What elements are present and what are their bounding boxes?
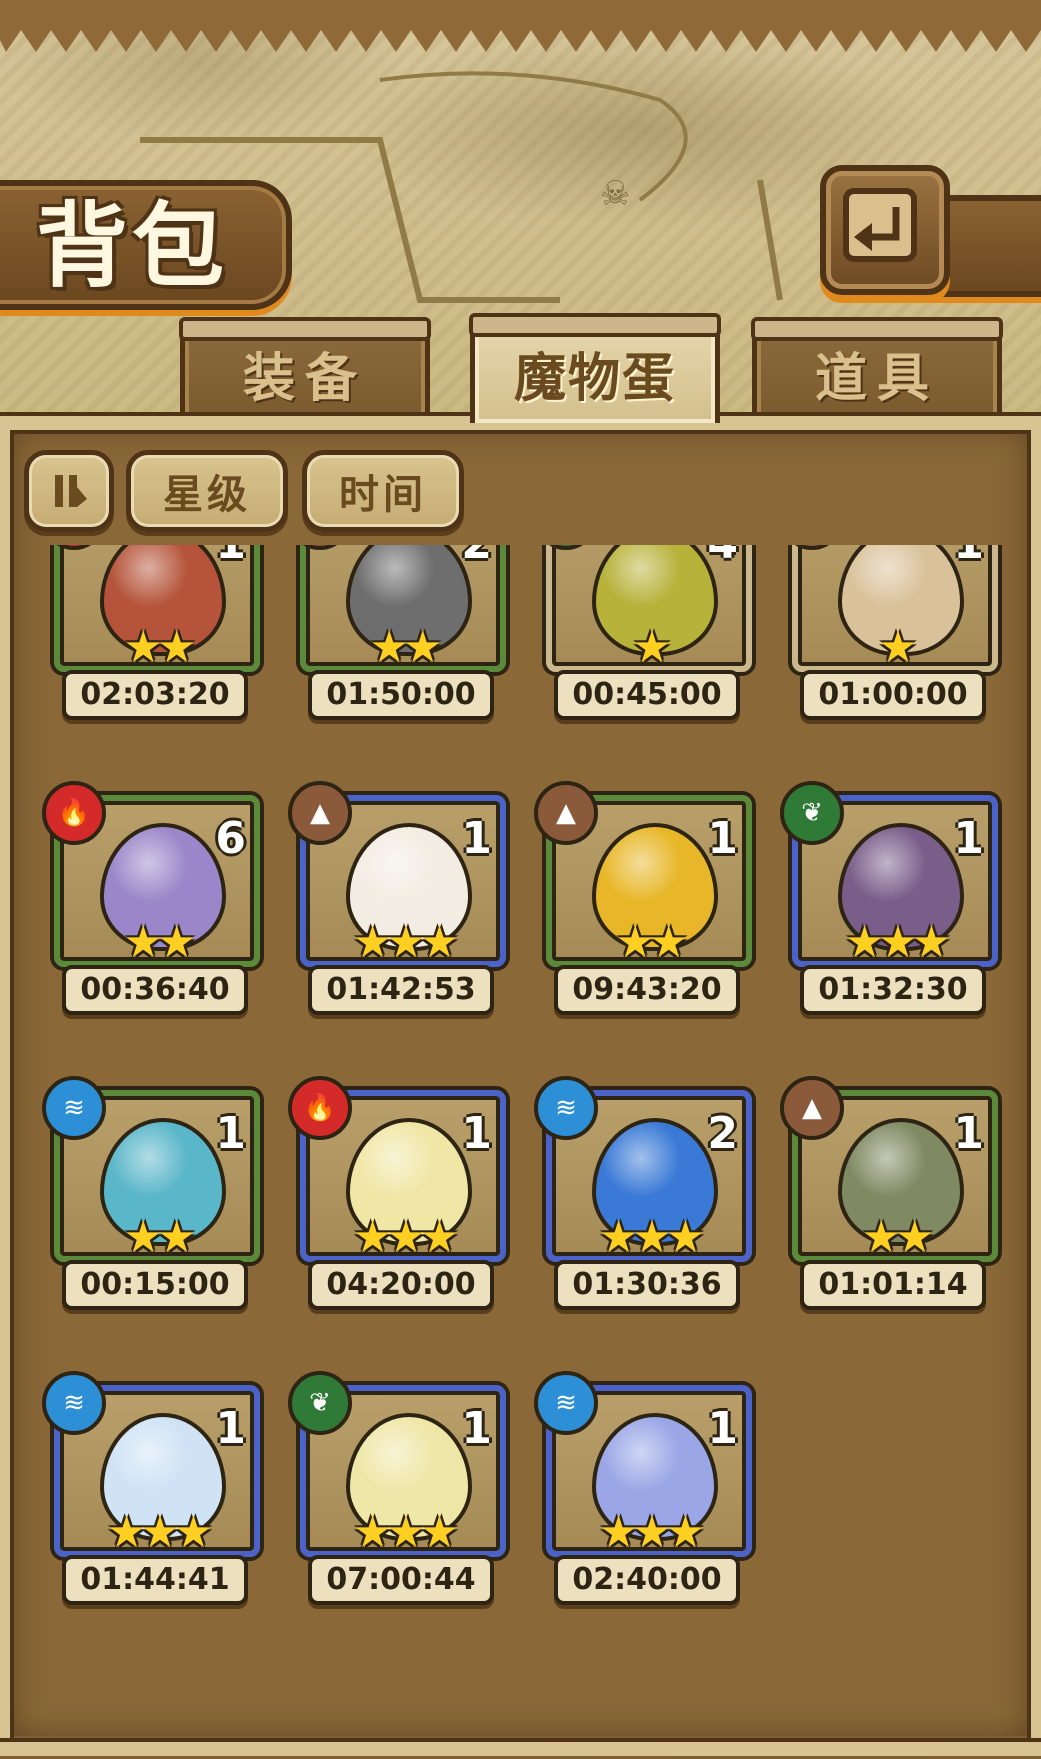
egg-count: 1 [461, 813, 492, 864]
egg-card[interactable]: 1 ▲ ★★★ 01:42:53 [288, 781, 506, 1015]
egg-card[interactable]: 1🔥★★02:03:20 [42, 545, 260, 720]
star-rating: ★★★ [352, 1507, 459, 1558]
egg-count: 1 [953, 813, 984, 864]
filter-star-button[interactable]: 星级 [126, 450, 288, 532]
tab-equipment[interactable]: 装备 [179, 317, 431, 419]
hatch-timer: 01:00:00 [800, 670, 986, 720]
egg-count: 1 [215, 545, 246, 569]
tab-monster-eggs[interactable]: 魔物蛋 [469, 313, 721, 423]
egg-card[interactable]: 1 🔥 ★★★ 04:20:00 [288, 1076, 506, 1310]
star-rating: ★★ [123, 1212, 197, 1263]
star-rating: ★★ [123, 917, 197, 968]
hatch-timer: 07:00:44 [308, 1555, 494, 1605]
leaf-element-icon: ❦ [780, 781, 844, 845]
tab-label: 魔物蛋 [513, 348, 676, 409]
hatch-timer: 09:43:20 [554, 965, 740, 1015]
sort-order-button[interactable] [24, 450, 114, 532]
egg-card[interactable]: 1 ❦ ★★★ 07:00:44 [288, 1371, 506, 1605]
egg-grid: 1🔥★★02:03:202▲★★01:50:004❦★00:45:001▲★01… [14, 545, 1027, 1725]
egg-card[interactable]: 2▲★★01:50:00 [288, 545, 506, 720]
earth-element-icon: ▲ [288, 781, 352, 845]
egg-card[interactable]: 1 ▲ ★★ 01:01:14 [780, 1076, 998, 1310]
star-rating: ★ [878, 622, 917, 673]
svg-text:☠: ☠ [600, 174, 630, 214]
egg-count: 1 [953, 545, 984, 569]
sort-toggle-icon [55, 475, 87, 507]
panel-border [0, 1738, 1041, 1756]
hatch-timer: 02:03:20 [62, 670, 248, 720]
tab-items[interactable]: 道具 [751, 317, 1003, 419]
hatch-timer: 00:36:40 [62, 965, 248, 1015]
star-rating: ★★★ [352, 1212, 459, 1263]
page-title: 背包 [36, 192, 229, 300]
star-rating: ★★ [615, 917, 689, 968]
hatch-timer: 01:32:30 [800, 965, 986, 1015]
egg-count: 6 [215, 813, 246, 864]
egg-count: 4 [707, 545, 738, 569]
hatch-timer: 02:40:00 [554, 1555, 740, 1605]
earth-element-icon: ▲ [534, 781, 598, 845]
fire-element-icon: 🔥 [288, 1076, 352, 1140]
star-rating: ★★ [861, 1212, 935, 1263]
hatch-timer: 01:01:14 [800, 1260, 986, 1310]
star-rating: ★★★ [352, 917, 459, 968]
leaf-element-icon: ❦ [288, 1371, 352, 1435]
tab-label: 道具 [814, 348, 939, 409]
hatch-timer: 01:44:41 [62, 1555, 248, 1605]
water-element-icon: ≋ [42, 1076, 106, 1140]
return-arrow-icon [843, 188, 917, 262]
egg-card[interactable]: 1 ≋ ★★ 00:15:00 [42, 1076, 260, 1310]
egg-count: 1 [707, 813, 738, 864]
egg-card[interactable]: 1▲★01:00:00 [780, 545, 998, 720]
back-button[interactable] [820, 165, 950, 295]
tab-label: 装备 [242, 348, 367, 409]
hatch-timer: 00:45:00 [554, 670, 740, 720]
star-rating: ★★★ [844, 917, 951, 968]
egg-count: 1 [953, 1108, 984, 1159]
tab-cap [751, 317, 1003, 341]
panel-border [1027, 430, 1041, 1740]
hatch-timer: 00:15:00 [62, 1260, 248, 1310]
tab-cap [469, 313, 721, 337]
star-rating: ★★★ [598, 1212, 705, 1263]
star-rating: ★★ [123, 622, 197, 673]
water-element-icon: ≋ [534, 1076, 598, 1140]
egg-card[interactable]: 1 ▲ ★★ 09:43:20 [534, 781, 752, 1015]
panel-border [0, 430, 14, 1740]
hatch-timer: 01:50:00 [308, 670, 494, 720]
filter-star-label: 星级 [163, 472, 251, 518]
egg-card[interactable]: 4❦★00:45:00 [534, 545, 752, 720]
egg-card[interactable]: 6 🔥 ★★ 00:36:40 [42, 781, 260, 1015]
egg-card[interactable]: 1 ≋ ★★★ 01:44:41 [42, 1371, 260, 1605]
hatch-timer: 04:20:00 [308, 1260, 494, 1310]
water-element-icon: ≋ [42, 1371, 106, 1435]
egg-card[interactable]: 2 ≋ ★★★ 01:30:36 [534, 1076, 752, 1310]
egg-card[interactable]: 1 ≋ ★★★ 02:40:00 [534, 1371, 752, 1605]
egg-count: 1 [461, 1108, 492, 1159]
hatch-timer: 01:30:36 [554, 1260, 740, 1310]
tab-cap [179, 317, 431, 341]
hatch-timer: 01:42:53 [308, 965, 494, 1015]
filter-time-button[interactable]: 时间 [302, 450, 464, 532]
egg-count: 2 [461, 545, 492, 569]
egg-count: 1 [215, 1108, 246, 1159]
star-rating: ★★★ [106, 1507, 213, 1558]
star-rating: ★★ [369, 622, 443, 673]
fire-element-icon: 🔥 [42, 781, 106, 845]
filter-time-label: 时间 [339, 472, 427, 518]
egg-card[interactable]: 1 ❦ ★★★ 01:32:30 [780, 781, 998, 1015]
egg-count: 2 [707, 1108, 738, 1159]
earth-element-icon: ▲ [780, 1076, 844, 1140]
egg-count: 1 [215, 1403, 246, 1454]
star-rating: ★ [632, 622, 671, 673]
egg-count: 1 [707, 1403, 738, 1454]
egg-count: 1 [461, 1403, 492, 1454]
water-element-icon: ≋ [534, 1371, 598, 1435]
star-rating: ★★★ [598, 1507, 705, 1558]
